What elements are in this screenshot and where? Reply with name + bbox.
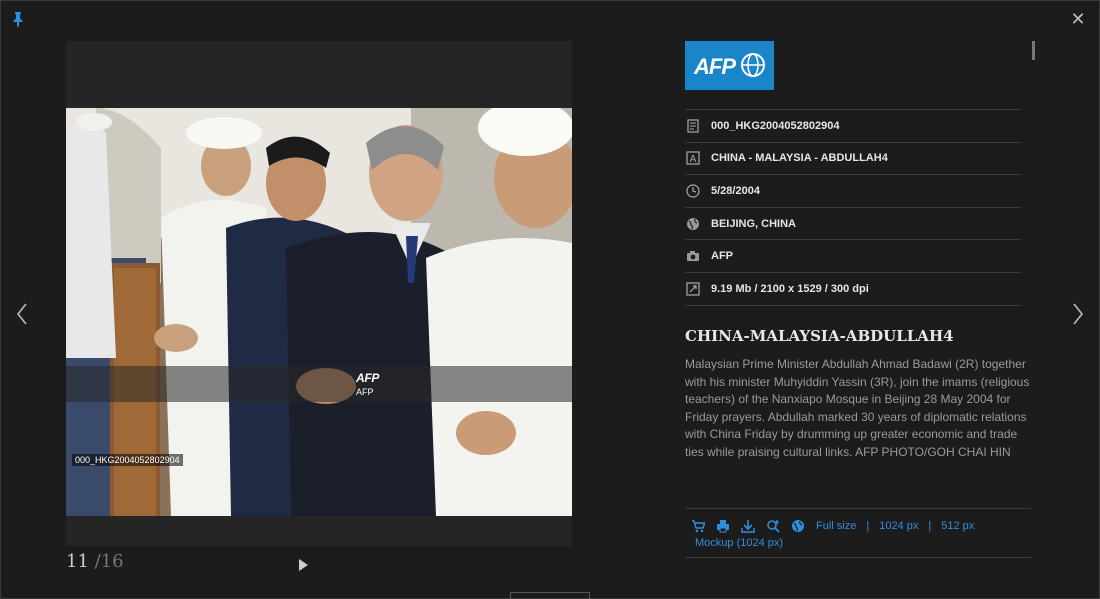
meta-title: CHINA - MALAYSIA - ABDULLAH4 xyxy=(711,152,888,165)
meta-row-credit: AFP xyxy=(685,240,1021,273)
watermark-logo: AFP xyxy=(356,371,380,385)
title-icon: A xyxy=(686,151,700,165)
meta-row-id: 000_HKG2004052802904 xyxy=(685,110,1021,143)
watermark-text: AFP xyxy=(356,387,374,397)
panel-scrollbar[interactable] xyxy=(1032,41,1035,60)
bottom-tab[interactable] xyxy=(510,592,590,599)
document-icon xyxy=(687,119,699,133)
svg-text:A: A xyxy=(690,154,697,165)
photo-viewer: AFP AFP 000_HKG2004052802904 xyxy=(66,41,572,546)
camera-icon xyxy=(687,251,699,262)
meta-credit: AFP xyxy=(711,250,733,263)
separator: | xyxy=(928,520,932,532)
info-panel: AFP 000_HKG2004052802904 A CHINA - MALAY… xyxy=(685,41,1031,459)
chevron-left-icon[interactable] xyxy=(11,299,35,329)
afp-logo-text: AFP xyxy=(694,54,736,79)
meta-row-date: 5/28/2004 xyxy=(685,175,1021,208)
photo-headline: CHINA-MALAYSIA-ABDULLAH4 xyxy=(685,327,954,345)
meta-date: 5/28/2004 xyxy=(711,184,760,197)
download-row: Full size | 1024 px | 512 px xyxy=(691,519,974,533)
meta-row-location: BEIJING, CHINA xyxy=(685,208,1021,241)
chevron-right-icon[interactable] xyxy=(1067,299,1091,329)
lightbox-frame: ✕ AFP AFP 000_HKG2004052802904 11 /16 AF… xyxy=(0,0,1100,599)
full-size-link[interactable]: Full size xyxy=(816,520,856,532)
pin-icon[interactable] xyxy=(11,11,25,27)
print-icon[interactable] xyxy=(716,519,730,533)
meta-row-size: 9.19 Mb / 2100 x 1529 / 300 dpi xyxy=(685,273,1021,306)
resize-icon xyxy=(686,282,700,296)
afp-logo: AFP xyxy=(685,41,774,90)
photo-id-overlay: 000_HKG2004052802904 xyxy=(72,454,183,466)
metadata-list: 000_HKG2004052802904 A CHINA - MALAYSIA … xyxy=(685,109,1021,306)
play-icon[interactable] xyxy=(297,558,309,572)
globe-link-icon[interactable] xyxy=(791,519,805,533)
meta-size: 9.19 Mb / 2100 x 1529 / 300 dpi xyxy=(711,282,869,295)
globe-icon xyxy=(687,217,699,230)
512px-link[interactable]: 512 px xyxy=(941,520,974,532)
mockup-link[interactable]: Mockup (1024 px) xyxy=(695,537,783,549)
download-options: Full size | 1024 px | 512 px Mockup (102… xyxy=(685,508,1031,558)
download-icon[interactable] xyxy=(741,519,755,533)
close-icon[interactable]: ✕ xyxy=(1069,10,1087,28)
cart-icon[interactable] xyxy=(691,519,705,533)
zoom-in-icon[interactable] xyxy=(766,519,780,533)
meta-row-title: A CHINA - MALAYSIA - ABDULLAH4 xyxy=(685,143,1021,176)
counter-total: /16 xyxy=(94,551,124,572)
meta-id: 000_HKG2004052802904 xyxy=(711,119,840,132)
photo-counter: 11 /16 xyxy=(66,551,124,572)
clock-icon xyxy=(686,184,700,198)
separator: | xyxy=(866,520,870,532)
photo-caption: Malaysian Prime Minister Abdullah Ahmad … xyxy=(685,357,1030,459)
1024px-link[interactable]: 1024 px xyxy=(879,520,918,532)
counter-current: 11 xyxy=(66,551,89,572)
watermark-band xyxy=(66,366,572,402)
meta-location: BEIJING, CHINA xyxy=(711,217,796,230)
main-photo[interactable]: AFP AFP 000_HKG2004052802904 xyxy=(66,108,572,516)
afp-globe-icon xyxy=(741,53,765,77)
